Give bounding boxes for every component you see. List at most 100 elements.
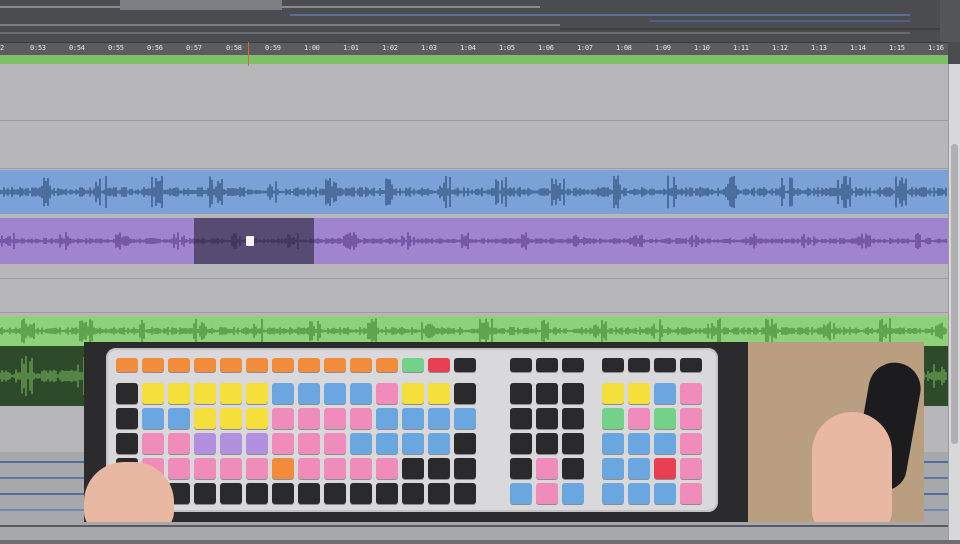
keyboard-key bbox=[298, 383, 320, 404]
keyboard-key bbox=[142, 358, 164, 372]
keyboard-key bbox=[628, 383, 650, 404]
keyboard-key bbox=[680, 458, 702, 479]
track-divider bbox=[0, 120, 948, 121]
keyboard-key bbox=[562, 383, 584, 404]
ruler-tick: 2 bbox=[0, 44, 4, 52]
ruler-tick: 1:08 bbox=[616, 44, 632, 52]
keyboard-key bbox=[536, 408, 558, 429]
keyboard-key bbox=[168, 383, 190, 404]
keyboard-key bbox=[298, 433, 320, 454]
keyboard-key bbox=[402, 483, 424, 504]
keyboard-key bbox=[654, 483, 676, 504]
keyboard-key bbox=[272, 358, 294, 372]
track-divider bbox=[0, 312, 948, 313]
ruler-tick: 1:00 bbox=[304, 44, 320, 52]
keyboard-key bbox=[602, 383, 624, 404]
keyboard-key bbox=[350, 358, 372, 372]
keyboard-key bbox=[350, 483, 372, 504]
keyboard-key bbox=[510, 433, 532, 454]
keyboard-key bbox=[246, 358, 268, 372]
keyboard-key bbox=[246, 433, 268, 454]
keyboard-key bbox=[654, 383, 676, 404]
keyboard-key bbox=[454, 358, 476, 372]
right-hand bbox=[812, 412, 892, 522]
keyboard-key bbox=[298, 358, 320, 372]
keyboard-key bbox=[628, 458, 650, 479]
clip-selection[interactable] bbox=[194, 218, 314, 264]
keyboard-video-overlay bbox=[84, 342, 924, 522]
keyboard-key bbox=[510, 458, 532, 479]
keyboard-key bbox=[376, 483, 398, 504]
keyboard-key bbox=[536, 483, 558, 504]
keyboard-key bbox=[246, 383, 268, 404]
keyboard-key bbox=[324, 458, 346, 479]
keyboard-key bbox=[602, 458, 624, 479]
keyboard-key bbox=[402, 358, 424, 372]
keyboard-key bbox=[628, 408, 650, 429]
timeline-ruler[interactable]: 2 0:53 0:54 0:55 0:56 0:57 0:58 0:59 1:0… bbox=[0, 42, 948, 56]
keyboard-key bbox=[454, 458, 476, 479]
keyboard-key bbox=[510, 483, 532, 504]
keyboard-key bbox=[350, 408, 372, 429]
playhead-cursor[interactable] bbox=[248, 42, 249, 66]
keyboard-key bbox=[272, 408, 294, 429]
keyboard-key bbox=[168, 408, 190, 429]
audio-clip-purple[interactable] bbox=[0, 218, 948, 264]
keyboard-key bbox=[654, 458, 676, 479]
ruler-tick: 1:13 bbox=[811, 44, 827, 52]
keyboard-key bbox=[654, 433, 676, 454]
keyboard-key bbox=[428, 458, 450, 479]
keyboard-key bbox=[376, 358, 398, 372]
ruler-tick: 0:58 bbox=[226, 44, 242, 52]
ruler-tick: 1:16 bbox=[928, 44, 944, 52]
keyboard-key bbox=[220, 433, 242, 454]
scrollbar-thumb[interactable] bbox=[951, 144, 958, 444]
keyboard-key bbox=[272, 483, 294, 504]
cursor-icon bbox=[246, 236, 254, 246]
ruler-tick: 1:04 bbox=[460, 44, 476, 52]
keyboard-key bbox=[454, 408, 476, 429]
keyboard-key bbox=[602, 433, 624, 454]
session-overview[interactable] bbox=[0, 0, 960, 42]
keyboard-key bbox=[220, 358, 242, 372]
keyboard-key bbox=[510, 358, 532, 372]
ruler-tick: 1:11 bbox=[733, 44, 749, 52]
ruler-tick: 1:14 bbox=[850, 44, 866, 52]
keyboard-key bbox=[298, 458, 320, 479]
keyboard-key bbox=[142, 383, 164, 404]
keyboard-key bbox=[562, 408, 584, 429]
keyboard-key bbox=[680, 358, 702, 372]
track-divider bbox=[0, 278, 948, 279]
ruler-tick: 0:55 bbox=[108, 44, 124, 52]
keyboard-key bbox=[194, 408, 216, 429]
vertical-scrollbar[interactable] bbox=[948, 64, 960, 540]
keyboard-key bbox=[324, 358, 346, 372]
keyboard-key bbox=[536, 358, 558, 372]
keyboard-key bbox=[116, 383, 138, 404]
keyboard-key bbox=[680, 483, 702, 504]
keyboard-key bbox=[168, 358, 190, 372]
keyboard-key bbox=[194, 358, 216, 372]
keyboard-key bbox=[562, 433, 584, 454]
keyboard-key bbox=[454, 433, 476, 454]
keyboard-key bbox=[142, 408, 164, 429]
keyboard-key bbox=[272, 433, 294, 454]
keyboard-key bbox=[194, 458, 216, 479]
ruler-tick: 1:01 bbox=[343, 44, 359, 52]
audio-clip-blue[interactable] bbox=[0, 170, 948, 214]
keyboard-key bbox=[402, 383, 424, 404]
keyboard-key bbox=[628, 358, 650, 372]
ruler-tick: 0:56 bbox=[147, 44, 163, 52]
keyboard-key bbox=[680, 383, 702, 404]
keyboard-key bbox=[220, 458, 242, 479]
keyboard-key bbox=[562, 458, 584, 479]
keyboard-key bbox=[194, 483, 216, 504]
keyboard-key bbox=[350, 383, 372, 404]
selection-range-bar[interactable] bbox=[0, 55, 948, 64]
keyboard-key bbox=[628, 483, 650, 504]
keyboard-key bbox=[602, 408, 624, 429]
keyboard-key bbox=[220, 408, 242, 429]
ruler-tick: 1:05 bbox=[499, 44, 515, 52]
keyboard-key bbox=[536, 458, 558, 479]
keyboard-key bbox=[428, 358, 450, 372]
